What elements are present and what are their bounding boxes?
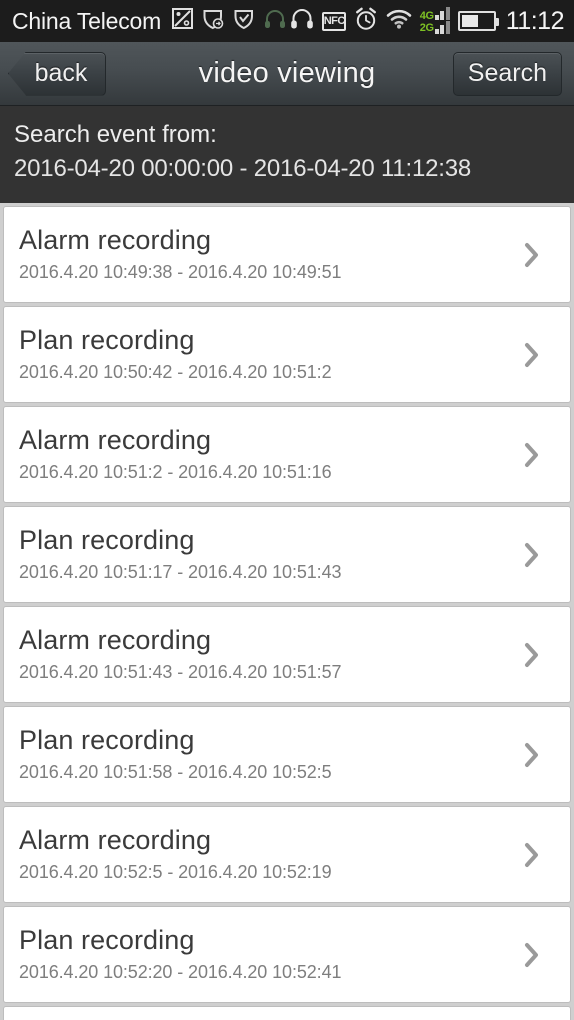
clock-label: 11:12 [505,6,565,35]
network-label-4g: 4G [419,10,434,22]
list-item-time-range: 2016.4.20 10:51:58 - 2016.4.20 10:52:5 [19,761,332,782]
list-item-time-range: 2016.4.20 10:52:5 - 2016.4.20 10:52:19 [19,861,332,882]
signal-icon: 4G 2G [420,7,450,34]
list-item-time-range: 2016.4.20 10:52:20 - 2016.4.20 10:52:41 [19,961,342,982]
chevron-right-icon[interactable] [524,242,540,268]
list-item-title: Plan recording [19,724,195,755]
app-root: China Telecom NFC 4G 2G 11:12 back video… [0,0,574,1020]
list-item-title: Alarm recording [19,424,212,455]
list-item[interactable]: Alarm recording 2016.4.20 10:52:5 - 2016… [3,806,571,903]
list-item-title: Plan recording [19,524,195,555]
search-info-label: Search event from: [14,121,217,148]
headset-icon-left [264,9,286,34]
search-button-label: Search [467,59,547,87]
alarm-icon [354,7,378,36]
list-item[interactable]: Alarm recording 2016.4.20 10:49:38 - 201… [3,206,571,303]
battery-icon [457,11,499,31]
list-item-time-range: 2016.4.20 10:51:17 - 2016.4.20 10:51:43 [19,561,342,582]
chevron-right-icon[interactable] [524,442,540,468]
list-item-title: Plan recording [19,924,195,955]
signal-bars-2g [434,21,450,34]
list-item-title: Alarm recording [19,224,212,255]
list-item[interactable]: Alarm recording 2016.4.20 10:51:2 - 2016… [3,406,571,503]
chevron-right-icon[interactable] [524,342,540,368]
list-item[interactable]: Plan recording 2016.4.20 10:51:17 - 2016… [3,506,571,603]
list-item-title: Alarm recording [19,624,212,655]
chevron-right-icon[interactable] [524,942,540,968]
chevron-right-icon[interactable] [524,842,540,868]
list-item[interactable]: Plan recording 2016.4.20 10:52:20 - 2016… [3,906,571,1003]
search-info-range: 2016-04-20 00:00:00 - 2016-04-20 11:12:3… [14,155,472,182]
list-item-time-range: 2016.4.20 10:50:42 - 2016.4.20 10:51:2 [19,361,332,382]
list-item-title: Alarm recording [19,824,212,855]
title-bar: back video viewing Search [0,42,574,106]
list-item-time-range: 2016.4.20 10:51:2 - 2016.4.20 10:51:16 [19,461,332,482]
chevron-right-icon[interactable] [524,742,540,768]
list-item[interactable] [3,1006,571,1020]
network-type-labels: 4G 2G [420,11,434,34]
shield-sync-icon [202,8,224,35]
list-item-time-range: 2016.4.20 10:49:38 - 2016.4.20 10:49:51 [19,261,342,282]
back-button-label: back [34,59,88,87]
shield-icon [233,8,255,35]
chevron-right-icon[interactable] [524,542,540,568]
headset-icon [290,8,314,35]
status-bar: China Telecom NFC 4G 2G 11:12 [0,0,574,42]
search-info-panel: Search event from: 2016-04-20 00:00:00 -… [0,106,574,203]
chevron-right-icon[interactable] [524,642,540,668]
back-button[interactable]: back [8,51,106,96]
wifi-icon [386,8,412,34]
list-item-time-range: 2016.4.20 10:51:43 - 2016.4.20 10:51:57 [19,661,342,682]
signal-bars-4g [434,7,450,20]
network-label-2g: 2G [419,22,434,34]
search-button[interactable]: Search [452,51,562,96]
status-bar-right-icons: NFC 4G 2G 11:12 [290,6,565,36]
battery-fill [461,15,479,27]
status-bar-left-icons [172,8,286,35]
list-item[interactable]: Plan recording 2016.4.20 10:51:58 - 2016… [3,706,571,803]
screenshot-icon [172,8,194,34]
recording-list[interactable]: Alarm recording 2016.4.20 10:49:38 - 201… [0,203,574,1020]
list-item-title: Plan recording [19,324,195,355]
nfc-icon: NFC [321,11,346,31]
carrier-label: China Telecom [12,7,162,34]
list-item[interactable]: Plan recording 2016.4.20 10:50:42 - 2016… [3,306,571,403]
list-item[interactable]: Alarm recording 2016.4.20 10:51:43 - 201… [3,606,571,703]
